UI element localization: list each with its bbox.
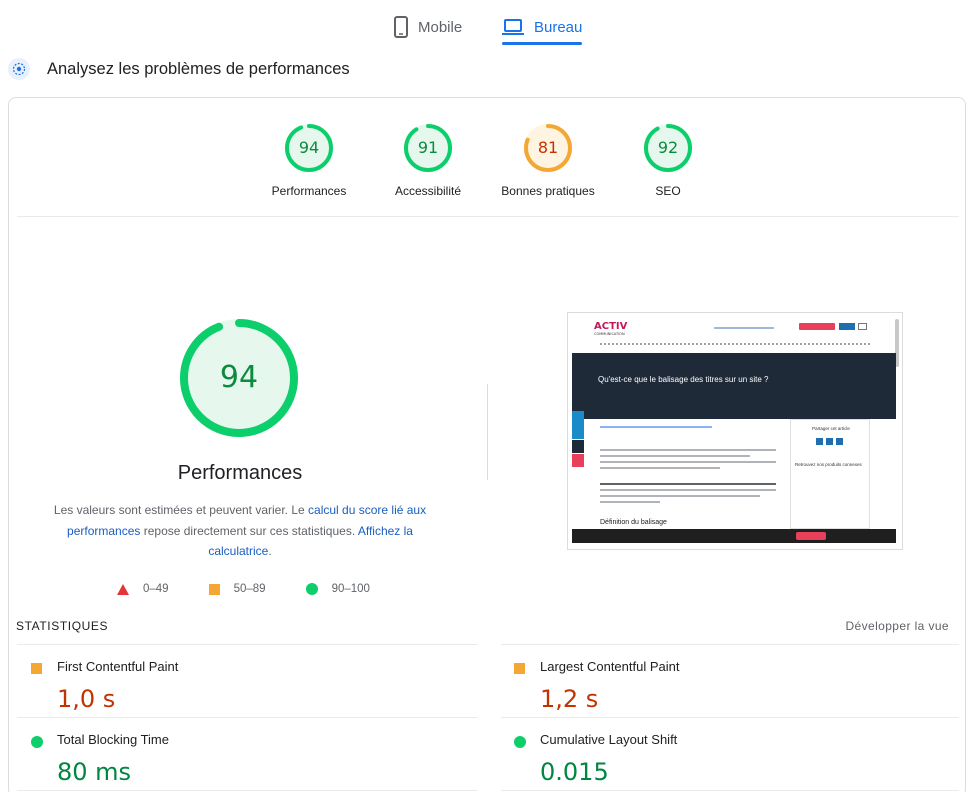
screenshot-cart-icon: [858, 323, 867, 330]
metric-tbt-value: 80 ms: [57, 758, 132, 786]
page-title: Analysez les problèmes de performances: [47, 59, 350, 78]
screenshot-side-buttons: [572, 397, 584, 467]
metric-fcp: First Contentful Paint 1,0 s: [17, 658, 437, 730]
gauge-seo-score: 92: [657, 138, 679, 157]
circle-icon: [514, 736, 526, 748]
gauge-accessibilite-score: 91: [417, 138, 439, 157]
tab-desktop[interactable]: Bureau: [502, 8, 583, 46]
metric-lcp: Largest Contentful Paint 1,2 s: [500, 658, 920, 730]
metric-cls-name: Cumulative Layout Shift: [540, 732, 678, 747]
screenshot-header-button: [799, 323, 835, 330]
legend-fail-range: 0–49: [143, 583, 169, 595]
legend-average-range: 50–89: [233, 583, 266, 595]
triangle-icon: [117, 583, 129, 595]
stats-divider: [17, 644, 477, 645]
circle-icon: [31, 736, 43, 748]
metric-cls: Cumulative Layout Shift 0.015: [500, 731, 920, 792]
screenshot-header-button-2: [839, 323, 855, 330]
screenshot-text-line: [600, 449, 776, 451]
screenshot-text-line: [600, 455, 750, 457]
legend-pass: 90–100: [305, 583, 370, 595]
expand-view-toggle[interactable]: Développer la vue: [845, 619, 949, 633]
screenshot-breadcrumb: [600, 426, 712, 428]
square-icon: [208, 583, 220, 595]
screenshot-text-line: [600, 461, 776, 463]
description-text-2: repose directement sur ces statistiques.: [140, 523, 358, 538]
stats-divider: [17, 717, 477, 718]
square-icon: [514, 663, 525, 674]
screenshot-text-line: [600, 489, 776, 491]
performance-label: Performances: [177, 462, 303, 484]
legend-pass-range: 90–100: [331, 583, 370, 595]
metric-tbt-name: Total Blocking Time: [57, 732, 169, 747]
gauge-accessibilite[interactable]: 91 Accessibilité: [358, 122, 498, 198]
screenshot-share-box: Partager cet article Retrouvez nos produ…: [790, 419, 870, 529]
performance-gauge: 94: [177, 316, 301, 440]
report-card: 94 Performances 91 Accessibilité 81 Bonn…: [8, 97, 966, 792]
device-tabs: Mobile Bureau: [0, 0, 974, 48]
summary-divider: [17, 216, 959, 217]
stats-heading: STATISTIQUES: [16, 619, 109, 633]
metric-tbt: Total Blocking Time 80 ms: [17, 731, 437, 792]
metric-fcp-value: 1,0 s: [57, 685, 116, 713]
laptop-icon: [502, 19, 524, 35]
metric-lcp-value: 1,2 s: [540, 685, 599, 713]
lighthouse-icon: [8, 58, 30, 80]
screenshot-cookie-banner: [572, 529, 896, 543]
gauge-accessibilite-label: Accessibilité: [394, 184, 462, 198]
screenshot-hero: Qu'est-ce que le balisage des titres sur…: [572, 353, 896, 419]
gauge-bonnes-pratiques-score: 81: [537, 138, 559, 157]
phone-icon: [394, 16, 408, 38]
stats-divider: [501, 790, 959, 791]
gauge-seo-label: SEO: [655, 184, 681, 198]
screenshot-hero-title: Qu'est-ce que le balisage des titres sur…: [598, 375, 769, 384]
category-gauges: 94 Performances 91 Accessibilité 81 Bonn…: [9, 122, 967, 202]
section-divider: [487, 384, 488, 480]
tab-mobile-label: Mobile: [418, 18, 463, 36]
legend-average: 50–89: [208, 583, 266, 595]
page-screenshot[interactable]: ACTIV COMMUNICATION Qu'est-ce que le bali…: [567, 312, 903, 550]
stats-divider: [17, 790, 477, 791]
screenshot-text-line: [600, 501, 660, 503]
screenshot-top-links: [714, 327, 774, 329]
metric-lcp-name: Largest Contentful Paint: [540, 659, 680, 674]
stats-divider: [501, 644, 959, 645]
screenshot-text-line: [600, 495, 760, 497]
legend-fail: 0–49: [117, 583, 169, 595]
diagnose-heading: Analysez les problèmes de performances: [8, 56, 350, 82]
tab-mobile[interactable]: Mobile: [394, 8, 462, 46]
gauge-bonnes-pratiques-label: Bonnes pratiques: [501, 184, 595, 198]
tab-desktop-label: Bureau: [534, 18, 583, 36]
performance-score: 94: [219, 360, 259, 395]
screenshot-text-line: [600, 467, 720, 469]
gauge-bonnes-pratiques[interactable]: 81 Bonnes pratiques: [478, 122, 618, 198]
score-description: Les valeurs sont estimées et peuvent var…: [53, 500, 427, 562]
metric-cls-value: 0.015: [540, 758, 609, 786]
screenshot-section-title: Définition du balisage: [600, 519, 667, 526]
stats-divider: [501, 717, 959, 718]
screenshot-nav: [600, 343, 870, 345]
screenshot-text-line: [600, 483, 776, 485]
circle-icon: [305, 583, 318, 595]
square-icon: [31, 663, 42, 674]
screenshot-logo: ACTIV COMMUNICATION: [594, 321, 628, 336]
metric-fcp-name: First Contentful Paint: [57, 659, 179, 674]
description-text-3: .: [268, 544, 272, 558]
gauge-seo[interactable]: 92 SEO: [598, 122, 738, 198]
description-text-1: Les valeurs sont estimées et peuvent var…: [53, 503, 309, 517]
score-legend: 0–49 50–89 90–100: [117, 580, 410, 598]
